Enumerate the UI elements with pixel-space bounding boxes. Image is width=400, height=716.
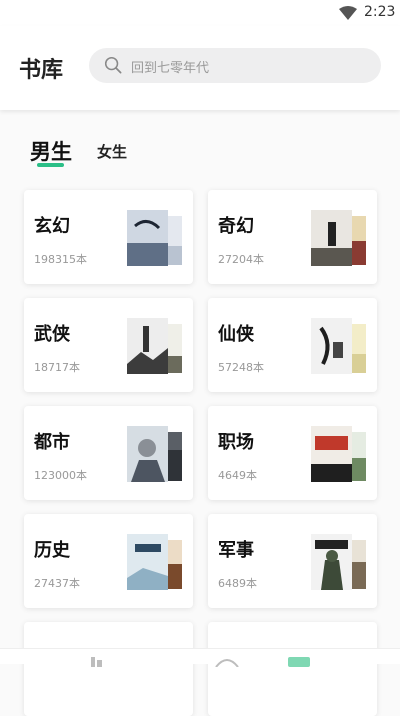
category-card[interactable] — [24, 622, 193, 716]
status-time: 2:23 — [364, 4, 396, 20]
category-count: 27437本 — [34, 577, 80, 590]
book-cover-image — [311, 426, 352, 482]
category-name: 历史 — [34, 540, 70, 561]
page-title: 书库 — [19, 58, 64, 83]
status-bar: 2:23 — [0, 0, 400, 26]
bookshelf-icon[interactable] — [90, 657, 104, 667]
category-card-junshi[interactable]: 军事 6489本 — [208, 514, 377, 608]
book-cover-image — [127, 426, 168, 482]
discover-icon[interactable] — [214, 657, 240, 667]
category-name: 都市 — [34, 432, 70, 453]
category-card-qihuan[interactable]: 奇幻 27204本 — [208, 190, 377, 284]
category-count: 4649本 — [218, 469, 257, 482]
category-name: 职场 — [218, 432, 254, 453]
library-icon[interactable] — [288, 657, 310, 667]
category-count: 18717本 — [34, 361, 80, 374]
category-card[interactable] — [208, 622, 377, 716]
category-card-dushi[interactable]: 都市 123000本 — [24, 406, 193, 500]
category-count: 198315本 — [34, 253, 87, 266]
tab-male[interactable]: 男生 — [30, 136, 72, 166]
category-count: 27204本 — [218, 253, 264, 266]
search-icon — [104, 56, 122, 74]
category-card-xuanhuan[interactable]: 玄幻 198315本 — [24, 190, 193, 284]
bottom-nav — [0, 648, 400, 667]
category-name: 仙侠 — [218, 324, 254, 345]
category-name: 玄幻 — [34, 216, 70, 237]
category-count: 123000本 — [34, 469, 87, 482]
book-cover-image — [127, 534, 168, 590]
book-cover-image — [311, 210, 352, 266]
category-card-wuxia[interactable]: 武侠 18717本 — [24, 298, 193, 392]
wifi-icon — [339, 6, 357, 20]
category-card-zhichang[interactable]: 职场 4649本 — [208, 406, 377, 500]
header: 书库 回到七零年代 — [0, 26, 400, 110]
category-name: 军事 — [218, 540, 254, 561]
gender-tabs: 男生 女生 — [0, 134, 400, 174]
tab-female[interactable]: 女生 — [97, 141, 127, 162]
book-cover-image — [127, 318, 168, 374]
search-bar[interactable]: 回到七零年代 — [89, 48, 381, 83]
category-card-xianxia[interactable]: 仙侠 57248本 — [208, 298, 377, 392]
category-name: 奇幻 — [218, 216, 254, 237]
book-cover-image — [311, 534, 352, 590]
category-name: 武侠 — [34, 324, 70, 345]
category-card-lishi[interactable]: 历史 27437本 — [24, 514, 193, 608]
category-count: 6489本 — [218, 577, 257, 590]
search-placeholder: 回到七零年代 — [131, 61, 210, 76]
book-cover-image — [127, 210, 168, 266]
active-tab-indicator — [37, 163, 64, 167]
book-cover-image — [311, 318, 352, 374]
category-count: 57248本 — [218, 361, 264, 374]
